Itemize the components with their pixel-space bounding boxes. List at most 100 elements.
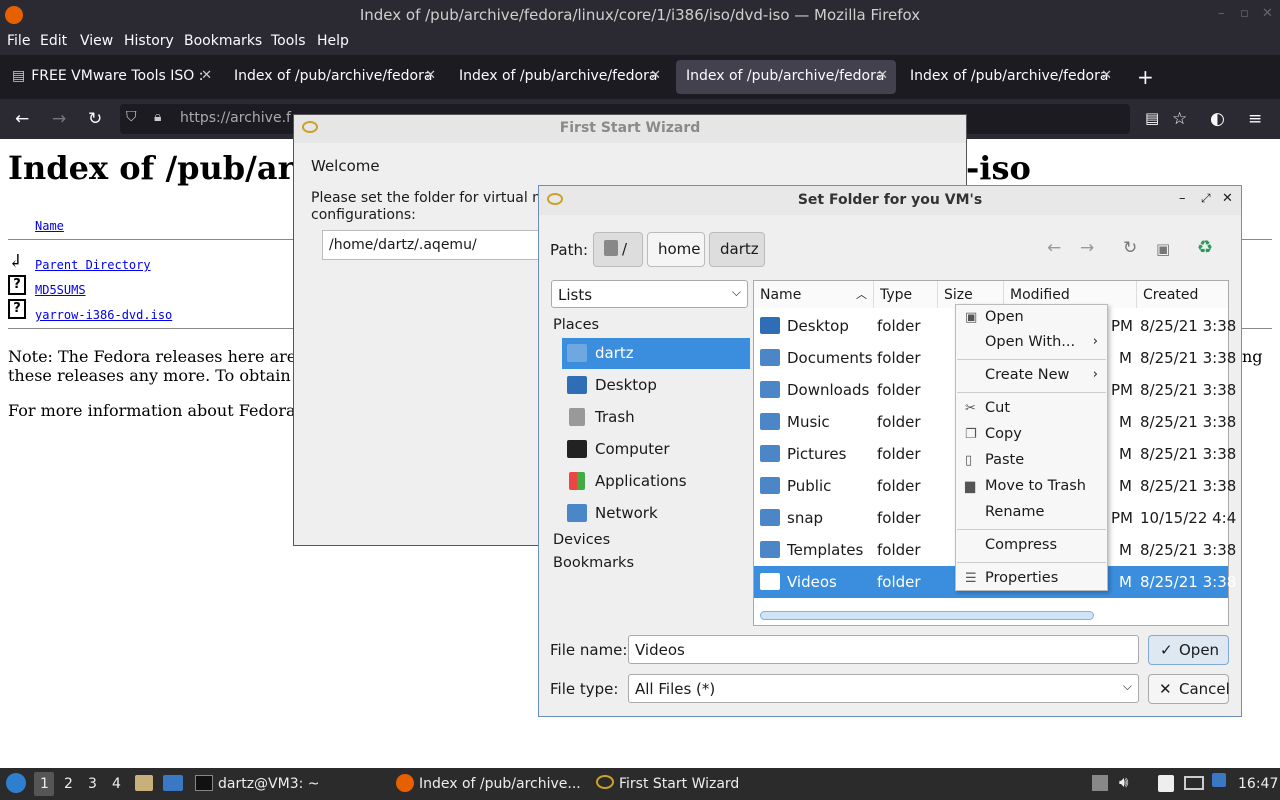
path-root-button[interactable]: /	[593, 232, 643, 267]
horizontal-scrollbar[interactable]	[760, 611, 1094, 620]
task-firefox[interactable]: Index of /pub/archive...	[419, 776, 581, 792]
md5sums-link[interactable]: MD5SUMS	[35, 283, 86, 297]
menu-history[interactable]: History	[124, 33, 174, 49]
menu-tools[interactable]: Tools	[271, 33, 306, 49]
bookmark-star-icon[interactable]: ☆	[1172, 109, 1187, 129]
dialog-close-icon[interactable]: ✕	[1222, 191, 1233, 206]
tab-close-icon[interactable]: ✕	[425, 68, 436, 83]
unknown-file-icon: ?	[8, 275, 26, 295]
clipboard-icon[interactable]	[1158, 775, 1174, 792]
tab-index-1[interactable]: Index of /pub/archive/fedora ✕	[224, 60, 444, 94]
menu-view[interactable]: View	[80, 33, 113, 49]
menu-item-open-with[interactable]: Open With... ›	[957, 331, 1106, 355]
notification-icon[interactable]	[1212, 773, 1226, 787]
vm-folder-input[interactable]: /home/dartz/.aqemu/	[322, 230, 542, 260]
task-wizard[interactable]: First Start Wizard	[619, 776, 739, 792]
url-text[interactable]: https://archive.f	[180, 110, 291, 126]
menu-edit[interactable]: Edit	[40, 33, 67, 49]
tray-up-icon[interactable]	[1092, 775, 1108, 791]
column-type[interactable]: Type	[874, 281, 938, 308]
volume-icon[interactable]: 🔊︎	[1119, 773, 1128, 791]
path-dartz-button[interactable]: dartz	[709, 232, 765, 267]
menu-file[interactable]: File	[7, 33, 30, 49]
bookmarks-header[interactable]: Bookmarks	[553, 555, 634, 571]
file-created: 8/25/21 3:38	[1140, 573, 1237, 591]
reader-view-icon[interactable]: ▤	[1145, 109, 1159, 127]
clock[interactable]: 16:47	[1238, 776, 1278, 792]
shield-icon[interactable]: ⛉	[126, 109, 137, 125]
open-button-label: Open	[1179, 641, 1220, 659]
file-type: folder	[877, 381, 921, 399]
workspace-4[interactable]: 4	[112, 776, 121, 792]
column-name[interactable]: Name ︿	[754, 281, 874, 308]
display-icon[interactable]	[1184, 776, 1204, 790]
maximize-icon[interactable]: ▫	[1240, 6, 1249, 21]
start-menu-icon[interactable]	[6, 773, 26, 793]
menu-bookmarks[interactable]: Bookmarks	[184, 33, 262, 49]
filename-input[interactable]: Videos	[628, 635, 1139, 664]
tab-close-icon[interactable]: ✕	[1101, 68, 1112, 83]
place-desktop[interactable]: Desktop	[562, 370, 750, 401]
column-label: Name	[760, 287, 802, 303]
menu-item-move-to-trash[interactable]: ▆ Move to Trash	[957, 475, 1106, 499]
tab-index-2[interactable]: Index of /pub/archive/fedora ✕	[449, 60, 669, 94]
menu-item-compress[interactable]: Compress	[957, 534, 1106, 558]
devices-header[interactable]: Devices	[553, 532, 610, 548]
column-created[interactable]: Created	[1137, 281, 1228, 308]
place-dartz[interactable]: dartz	[562, 338, 750, 369]
menu-item-create-new[interactable]: Create New ›	[957, 364, 1106, 388]
nav-forward-icon[interactable]: →	[1080, 238, 1094, 258]
lists-combo[interactable]: Lists ⌵	[551, 280, 748, 308]
new-tab-icon[interactable]: +	[1137, 65, 1154, 89]
open-icon: ▣	[965, 310, 978, 325]
open-button[interactable]: ✓ Open	[1148, 635, 1229, 665]
parent-directory-link[interactable]: Parent Directory	[35, 258, 151, 272]
paste-icon: ▯	[965, 453, 973, 468]
show-desktop-icon[interactable]	[163, 775, 183, 791]
menu-item-paste[interactable]: ▯ Paste	[957, 449, 1106, 473]
workspace-3[interactable]: 3	[88, 776, 97, 792]
wizard-titlebar: First Start Wizard	[294, 115, 966, 143]
place-computer[interactable]: Computer	[562, 434, 750, 465]
place-applications[interactable]: Applications	[562, 466, 750, 497]
forward-icon[interactable]: →	[52, 109, 66, 129]
nav-back-icon[interactable]: ←	[1047, 238, 1061, 258]
menu-item-label: Open With...	[985, 334, 1076, 350]
account-icon[interactable]: ◐	[1210, 109, 1225, 129]
tab-index-4[interactable]: Index of /pub/archive/fedora ✕	[900, 60, 1120, 94]
dialog-maximize-icon[interactable]: ⤢	[1201, 191, 1211, 206]
refresh-icon[interactable]: ↻	[1123, 238, 1137, 258]
file-manager-icon[interactable]	[135, 775, 153, 791]
menu-item-properties[interactable]: ☰ Properties	[957, 567, 1106, 591]
iso-link[interactable]: yarrow-i386-dvd.iso	[35, 308, 172, 322]
tab-vmware[interactable]: ▤ FREE VMware Tools ISO : ✕	[2, 60, 220, 94]
place-network[interactable]: Network	[562, 498, 750, 529]
dialog-minimize-icon[interactable]: –	[1179, 191, 1186, 206]
task-terminal[interactable]: dartz@VM3: ~	[218, 776, 320, 792]
tab-close-icon[interactable]: ✕	[650, 68, 661, 83]
tab-close-icon[interactable]: ✕	[201, 68, 212, 83]
new-folder-icon[interactable]: ▣	[1156, 240, 1170, 258]
aqemu-icon	[596, 775, 614, 789]
reload-icon[interactable]: ↻	[88, 109, 102, 129]
app-menu-icon[interactable]: ♻	[1197, 237, 1213, 258]
close-icon[interactable]: ✕	[1262, 6, 1273, 21]
tab-index-active[interactable]: Index of /pub/archive/fedora ✕	[676, 60, 896, 94]
back-icon[interactable]: ←	[15, 109, 29, 129]
menu-item-copy[interactable]: ❐ Copy	[957, 423, 1106, 447]
lock-icon[interactable]: 🔒︎	[154, 109, 161, 125]
cancel-button[interactable]: ✕ Cancel	[1148, 674, 1230, 704]
path-home-button[interactable]: home	[647, 232, 705, 267]
hamburger-menu-icon[interactable]: ≡	[1248, 109, 1262, 129]
filetype-combo[interactable]: All Files (*) ⌵	[628, 674, 1139, 703]
workspace-1[interactable]: 1	[40, 776, 49, 792]
name-column-link[interactable]: Name	[35, 219, 64, 233]
menu-item-rename[interactable]: Rename	[957, 501, 1106, 525]
place-trash[interactable]: Trash	[562, 402, 750, 433]
workspace-2[interactable]: 2	[64, 776, 73, 792]
tab-close-icon[interactable]: ✕	[877, 68, 888, 83]
menu-item-open[interactable]: ▣ Open	[957, 306, 1106, 330]
menu-item-cut[interactable]: ✂ Cut	[957, 397, 1106, 421]
menu-help[interactable]: Help	[317, 33, 349, 49]
minimize-icon[interactable]: –	[1218, 6, 1225, 21]
